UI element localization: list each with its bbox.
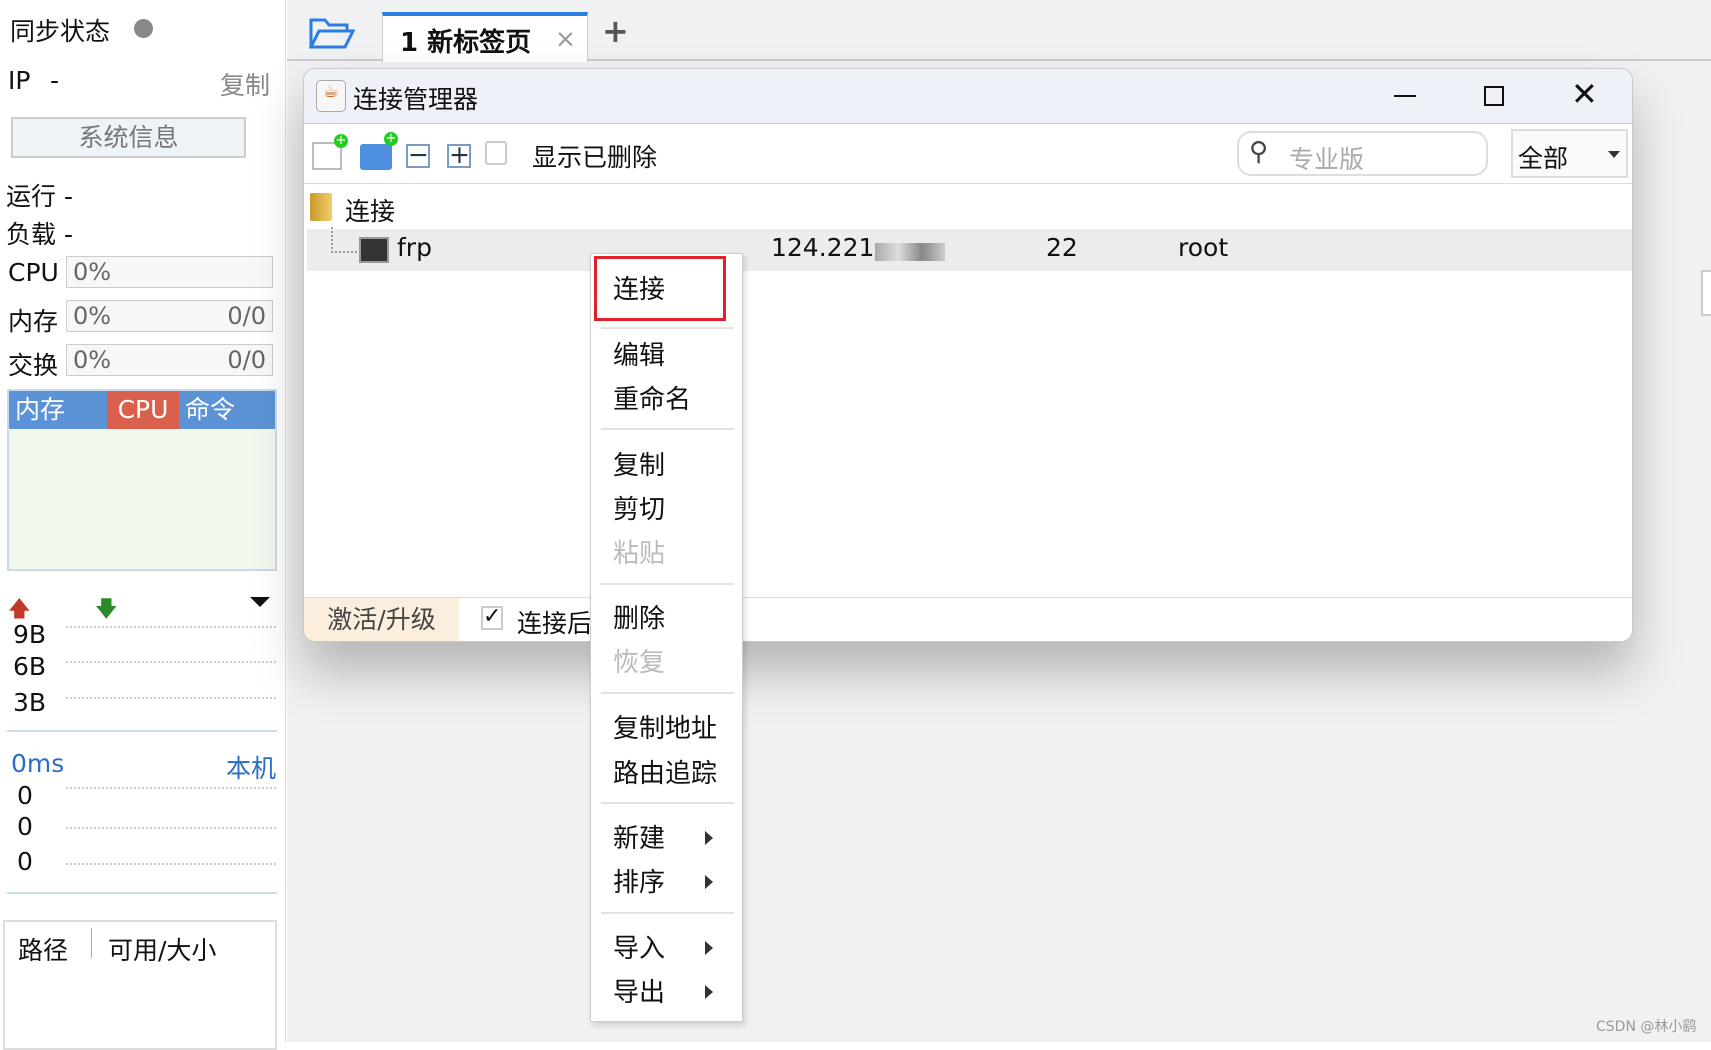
footer-bar: 激活/升级 ✓ 连接后: [304, 597, 1632, 641]
connection-user: root: [1178, 233, 1229, 262]
disk-col-path[interactable]: 路径: [18, 931, 68, 967]
ping-label: 0ms: [11, 749, 65, 778]
ip-value: -: [50, 66, 60, 95]
menu-item-import[interactable]: 导入: [613, 928, 665, 965]
auto-connect-checkbox[interactable]: ✓: [481, 606, 503, 630]
connection-manager-window: ☕ 连接管理器 ✕ + + − + 显示已删除 ⚲ 专业版 全部 连接 frp …: [303, 68, 1633, 642]
host-redacted: [875, 243, 945, 261]
expand-all-icon[interactable]: +: [447, 142, 471, 168]
swap-label: 交换: [8, 351, 59, 380]
close-tab-icon[interactable]: ×: [555, 24, 576, 53]
terminal-icon: [359, 237, 389, 263]
cpu-bar: 0%: [66, 256, 273, 288]
title-bar: ☕ 连接管理器 ✕: [304, 69, 1632, 124]
show-deleted-checkbox[interactable]: [485, 141, 507, 165]
menu-item-export[interactable]: 导出: [613, 972, 665, 1009]
process-panel: 内存 CPU 命令: [7, 389, 277, 571]
minimize-button[interactable]: [1394, 95, 1416, 97]
search-input[interactable]: ⚲ 专业版: [1237, 131, 1488, 176]
status-sidebar: 同步状态 IP - 复制 系统信息 运行 - 负载 - CPU 0% 内存 0%…: [0, 0, 286, 1050]
net-tick: 6B: [13, 652, 47, 681]
system-info-button[interactable]: 系统信息: [11, 117, 246, 158]
swap-total: 0/0: [227, 346, 266, 374]
search-icon: ⚲: [1249, 137, 1269, 167]
toolbar: + + − + 显示已删除 ⚲ 专业版 全部: [304, 124, 1632, 184]
submenu-arrow-icon: [705, 985, 713, 999]
maximize-button[interactable]: [1484, 86, 1504, 106]
connection-name: frp: [397, 233, 432, 262]
sync-status-dot: [134, 19, 153, 38]
mem-total: 0/0: [227, 302, 266, 330]
menu-item-sort[interactable]: 排序: [613, 862, 665, 899]
search-placeholder: 专业版: [1289, 145, 1365, 174]
activate-upgrade-button[interactable]: 激活/升级: [304, 598, 459, 641]
net-tick: 3B: [13, 688, 47, 717]
menu-item-copy[interactable]: 复制: [613, 445, 665, 482]
auto-connect-label: 连接后: [517, 609, 593, 638]
ping-tick: 0: [17, 812, 33, 841]
sync-status-label: 同步状态: [10, 17, 111, 46]
ping-host[interactable]: 本机: [226, 749, 276, 785]
network-dropdown-icon[interactable]: [250, 597, 270, 607]
tab-cpu[interactable]: CPU: [107, 391, 179, 429]
disk-table: 路径 可用/大小: [3, 920, 277, 1050]
disk-col-size[interactable]: 可用/大小: [108, 931, 216, 967]
chevron-down-icon: [1608, 151, 1620, 158]
menu-item-new[interactable]: 新建: [613, 818, 665, 855]
menu-item-restore: 恢复: [613, 648, 666, 678]
collapse-all-icon[interactable]: −: [406, 142, 430, 168]
new-folder-icon[interactable]: +: [360, 132, 398, 170]
show-deleted-label: 显示已删除: [532, 143, 658, 172]
window-title: 连接管理器: [353, 85, 479, 114]
download-arrow-icon: 🡇: [95, 597, 118, 622]
menu-item-delete[interactable]: 删除: [613, 598, 665, 635]
connection-row[interactable]: frp 124.221. 22 root: [307, 227, 1632, 271]
submenu-arrow-icon: [705, 875, 713, 889]
ping-tick: 0: [17, 847, 33, 876]
tab-command[interactable]: 命令: [179, 391, 235, 429]
swap-value: 0%: [73, 346, 112, 374]
net-tick: 9B: [13, 620, 47, 649]
menu-item-cut[interactable]: 剪切: [613, 489, 665, 526]
run-label: 运行 -: [6, 182, 73, 211]
load-label: 负载 -: [6, 220, 73, 249]
menu-item-edit[interactable]: 编辑: [613, 335, 665, 372]
menu-item-paste: 粘贴: [613, 539, 666, 569]
cpu-value: 0%: [73, 258, 112, 286]
tree-group-label[interactable]: 连接: [345, 192, 395, 228]
menu-item-rename[interactable]: 重命名: [613, 379, 691, 416]
submenu-arrow-icon: [705, 831, 713, 845]
ip-label: IP: [8, 66, 31, 95]
cpu-label: CPU: [8, 258, 59, 287]
tab-label: 1 新标签页: [400, 28, 532, 58]
mem-value: 0%: [73, 302, 112, 330]
new-connection-icon[interactable]: +: [312, 134, 348, 170]
connection-port: 22: [1046, 233, 1078, 262]
filter-value: 全部: [1518, 144, 1569, 173]
folder-icon: [310, 193, 332, 221]
mem-label: 内存: [8, 307, 59, 336]
menu-item-connect[interactable]: 连接: [613, 269, 665, 306]
java-app-icon: ☕: [316, 80, 346, 112]
menu-item-copy-address[interactable]: 复制地址: [613, 708, 717, 745]
connection-host: 124.221.: [771, 233, 883, 262]
context-menu: 连接 编辑 重命名 复制 剪切 粘贴 删除 恢复 复制地址 路由追踪 新建 排序…: [590, 253, 743, 1022]
tab-memory[interactable]: 内存: [9, 391, 107, 429]
add-tab-icon[interactable]: +: [602, 12, 629, 50]
filter-select[interactable]: 全部: [1511, 129, 1628, 178]
mem-bar: 0% 0/0: [66, 300, 273, 332]
watermark: CSDN @林小鹞: [1596, 1019, 1697, 1035]
close-window-button[interactable]: ✕: [1571, 75, 1598, 113]
submenu-arrow-icon: [705, 941, 713, 955]
ping-tick: 0: [17, 781, 33, 810]
tab-bar: 1 新标签页 × +: [287, 0, 1711, 62]
tab-new[interactable]: 1 新标签页 ×: [382, 12, 588, 62]
menu-item-traceroute[interactable]: 路由追踪: [613, 753, 717, 790]
swap-bar: 0% 0/0: [66, 344, 273, 376]
copy-ip-button[interactable]: 复制: [220, 66, 270, 102]
open-folder-icon[interactable]: [309, 16, 355, 50]
